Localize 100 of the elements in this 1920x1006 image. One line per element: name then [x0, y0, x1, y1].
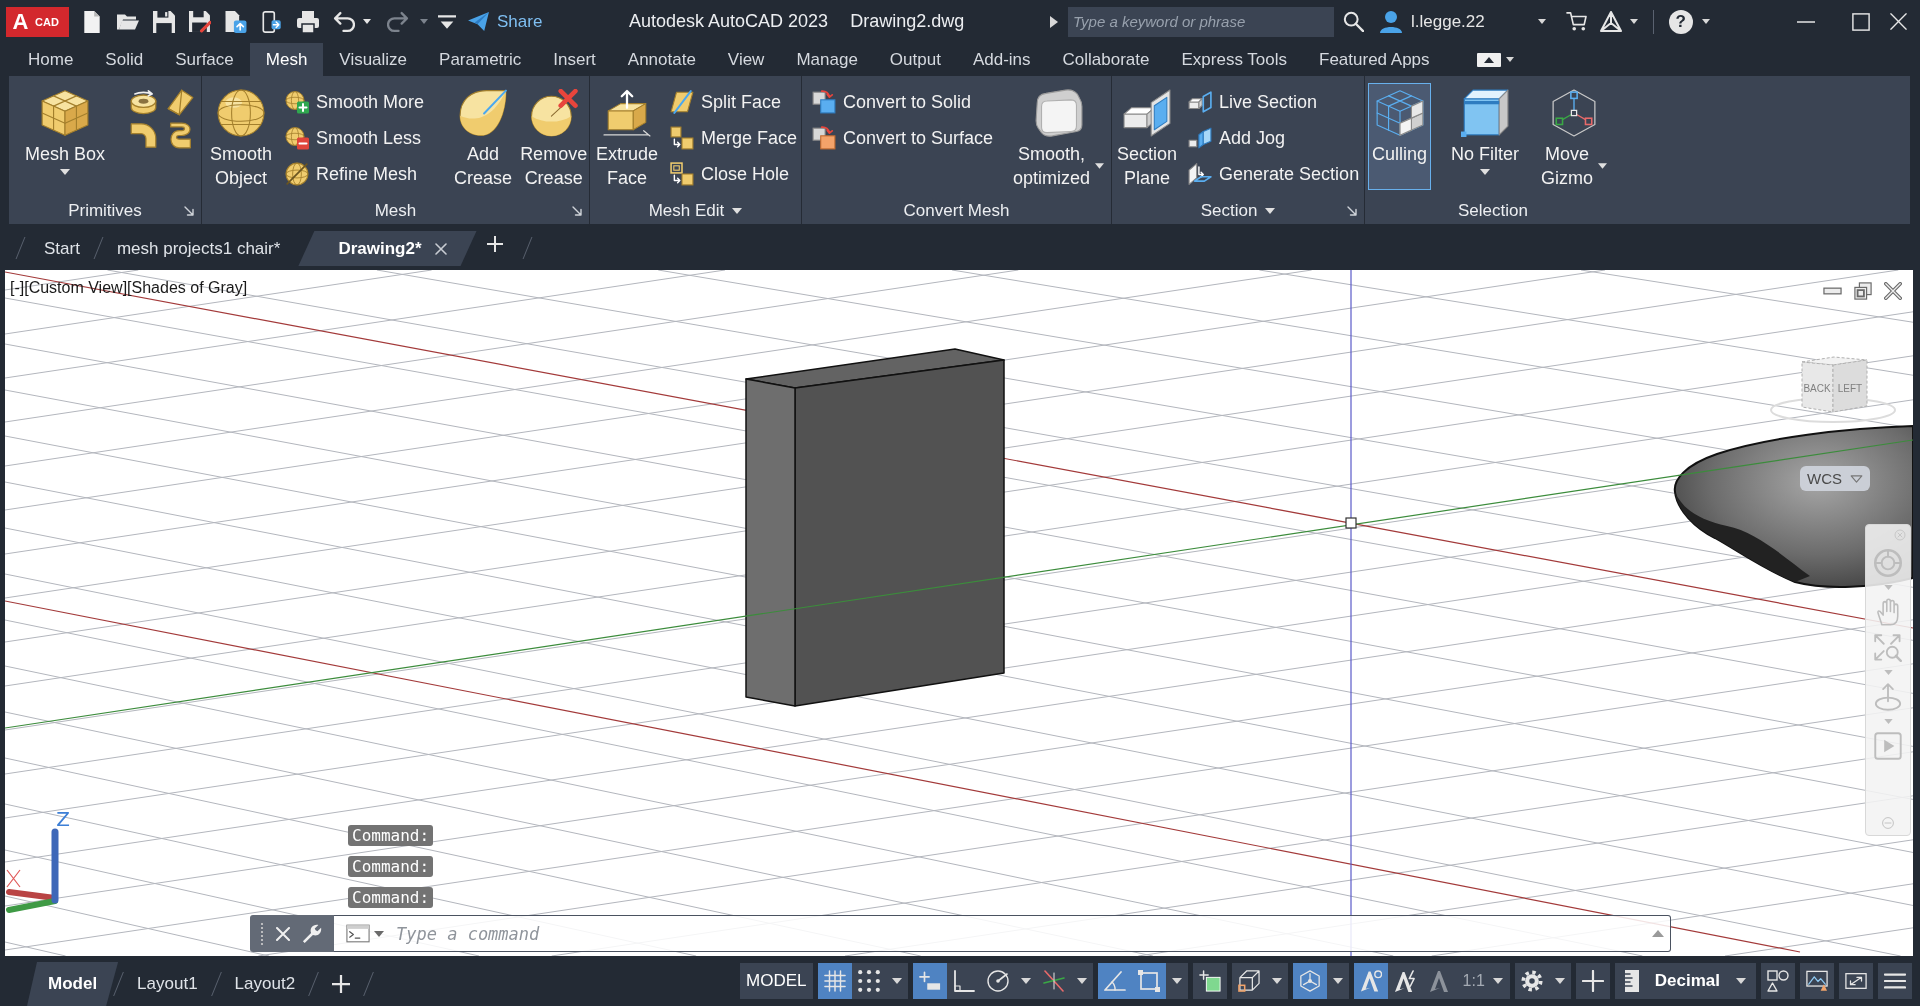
dropdown-button[interactable] [1070, 963, 1093, 999]
convert-to-surface-button[interactable]: Convert to Surface [809, 123, 997, 153]
section-plane-button[interactable]: Section Plane [1115, 83, 1180, 190]
customization-button[interactable] [1878, 963, 1912, 999]
view-menu[interactable]: [Custom View] [24, 278, 128, 297]
dropdown-button[interactable] [1165, 963, 1188, 999]
grip-icon[interactable] [260, 921, 264, 946]
close-icon[interactable] [1884, 282, 1902, 300]
user-name[interactable]: l.legge.22 [1411, 11, 1485, 32]
dropdown-button[interactable] [1326, 963, 1349, 999]
annotation-visibility-button[interactable] [1353, 963, 1388, 999]
ribbon-tab[interactable]: Mesh [249, 43, 324, 76]
mesh-box-button[interactable]: Mesh Box [23, 83, 108, 190]
smooth-less-button[interactable]: Smooth Less [282, 123, 428, 153]
caret-icon[interactable] [1505, 57, 1514, 62]
layout-tab[interactable]: Layout1 [119, 962, 216, 1006]
ucs-menu-button[interactable]: WCS [1800, 466, 1870, 491]
file-tab[interactable]: Start [21, 231, 98, 266]
gizmo-button[interactable] [1292, 963, 1327, 999]
logo-badge[interactable]: CAD [35, 6, 69, 37]
visual-style-menu[interactable]: [Shades of Gray] [127, 278, 248, 297]
undo-icon[interactable] [333, 10, 355, 33]
ribbon-tab[interactable]: Parametric [423, 43, 538, 76]
ribbon-tab[interactable]: Insert [537, 43, 612, 76]
convert-to-solid-button[interactable]: Convert to Solid [809, 87, 997, 117]
bar-caret-icon[interactable] [438, 14, 456, 29]
plus-icon[interactable] [486, 236, 503, 252]
printer-icon[interactable] [297, 10, 319, 33]
dropdown-button[interactable] [885, 963, 908, 999]
grid-button[interactable] [817, 963, 852, 999]
ribbon-tab[interactable]: Home [12, 43, 90, 76]
generate-section-button[interactable]: Generate Section [1185, 159, 1363, 189]
triangle-tile-icon[interactable] [1476, 52, 1501, 67]
caret-icon[interactable] [363, 19, 371, 24]
smooth-more-button[interactable]: Smooth More [282, 87, 428, 117]
ribbon-tab[interactable]: Solid [89, 43, 160, 76]
maximize-icon[interactable] [1852, 12, 1870, 31]
ribbon-tab[interactable]: Collaborate [1046, 43, 1166, 76]
dropdown-button[interactable] [1265, 963, 1288, 999]
caret-icon[interactable] [1265, 208, 1276, 214]
wedge-icon[interactable] [167, 89, 195, 116]
add-button[interactable] [1575, 963, 1610, 999]
new-document-icon[interactable] [81, 10, 103, 33]
graphics-performance-button[interactable] [1800, 963, 1834, 999]
redo-icon[interactable] [387, 10, 409, 33]
plus-icon[interactable] [332, 975, 351, 993]
viewport-menu[interactable]: [-] [10, 278, 25, 297]
add-jog-button[interactable]: Add Jog [1185, 123, 1363, 153]
ortho-mode-button[interactable] [946, 963, 981, 999]
ribbon-tab[interactable]: Output [873, 43, 957, 76]
dropdown-button[interactable] [1548, 963, 1571, 999]
help-button[interactable]: ? [1668, 9, 1693, 34]
smooth-optimized-button[interactable]: Smooth, optimized [1011, 83, 1107, 190]
corner-arrow-icon[interactable] [572, 206, 582, 216]
search-field[interactable]: Type a keyword or phrase [1068, 6, 1334, 37]
transparency-button[interactable] [1192, 963, 1227, 999]
caret-icon[interactable] [1701, 19, 1710, 24]
ring-icon[interactable] [130, 89, 158, 116]
remove-crease-button[interactable]: Remove Crease [518, 83, 590, 190]
caret-icon[interactable] [1537, 19, 1546, 24]
ribbon-tab[interactable]: Visualize [323, 43, 424, 76]
smooth-object-button[interactable]: Smooth Object [208, 83, 275, 190]
infer-constraints-button[interactable] [912, 963, 947, 999]
floppy-pencil-icon[interactable] [189, 10, 211, 33]
share-button[interactable]: Share [468, 11, 543, 32]
corner-arrow-icon[interactable] [1347, 206, 1357, 216]
caret-icon[interactable] [1629, 19, 1638, 24]
layout-tab[interactable]: Model [27, 962, 119, 1006]
model-space-button[interactable]: MODEL [740, 963, 813, 999]
file-tab[interactable]: Drawing2* [298, 231, 477, 266]
search-icon[interactable] [1343, 11, 1364, 32]
move-gizmo-button[interactable]: Move Gizmo [1539, 83, 1610, 190]
ribbon-tab[interactable]: Surface [159, 43, 250, 76]
minimize-icon[interactable] [1823, 287, 1842, 295]
close-hole-button[interactable]: Close Hole [667, 159, 801, 189]
phone-arrow-icon[interactable] [261, 10, 283, 33]
layout-tab[interactable]: Layout2 [216, 962, 314, 1006]
selection-filter-button[interactable]: No Filter [1449, 83, 1522, 190]
snap-mode-button[interactable] [851, 963, 886, 999]
cart-icon[interactable] [1565, 12, 1587, 31]
ribbon-tab[interactable]: Express Tools [1165, 43, 1303, 76]
isolate-objects-button[interactable] [1761, 963, 1795, 999]
elbow-icon[interactable] [130, 122, 158, 149]
live-section-button[interactable]: Live Section [1185, 87, 1363, 117]
ribbon-tab[interactable]: View [711, 43, 781, 76]
clean-screen-button[interactable] [1839, 963, 1873, 999]
user-icon[interactable] [1380, 10, 1402, 33]
refine-mesh-button[interactable]: Refine Mesh [282, 159, 428, 189]
split-face-button[interactable]: Split Face [667, 87, 801, 117]
culling-button[interactable]: Culling [1368, 83, 1432, 190]
triangle-up-icon[interactable] [1652, 930, 1664, 937]
document-arrow-icon[interactable] [225, 10, 247, 33]
ribbon-tab[interactable]: Annotate [611, 43, 712, 76]
corner-arrow-icon[interactable] [184, 206, 194, 216]
logo-letter[interactable]: A [6, 6, 35, 37]
3d-object-snap-button[interactable] [1231, 963, 1266, 999]
triangle-icon[interactable] [1599, 11, 1622, 32]
snap-tracking-button[interactable] [1097, 963, 1132, 999]
terminal-icon[interactable] [346, 924, 370, 943]
ribbon-tab[interactable]: Add-ins [956, 43, 1047, 76]
